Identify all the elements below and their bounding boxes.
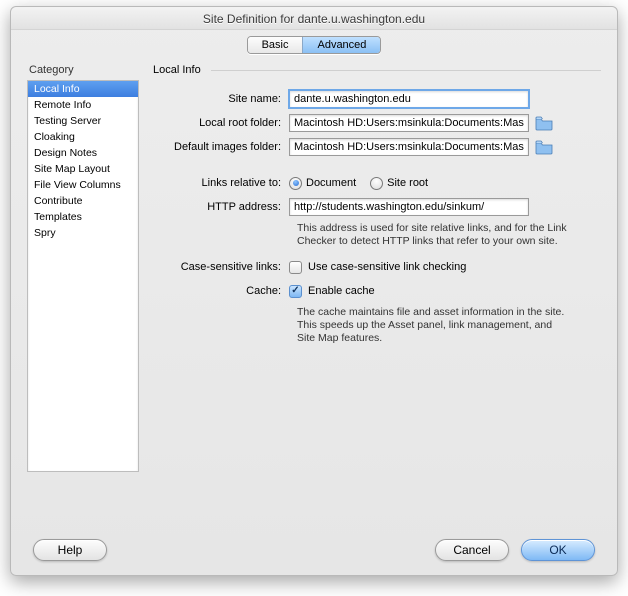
dialog-footer: Help Cancel OK bbox=[11, 539, 617, 561]
category-item-contribute[interactable]: Contribute bbox=[28, 193, 138, 209]
local-root-input[interactable] bbox=[289, 114, 529, 132]
radio-document[interactable]: Document bbox=[289, 177, 356, 190]
label-default-images: Default images folder: bbox=[153, 138, 289, 156]
tab-bar: Basic Advanced bbox=[11, 30, 617, 64]
category-item-testing-server[interactable]: Testing Server bbox=[28, 113, 138, 129]
tab-advanced[interactable]: Advanced bbox=[302, 37, 380, 53]
http-help-text: This address is used for site relative l… bbox=[153, 222, 601, 248]
label-links-relative: Links relative to: bbox=[153, 174, 289, 192]
help-button[interactable]: Help bbox=[33, 539, 107, 561]
category-item-file-view-columns[interactable]: File View Columns bbox=[28, 177, 138, 193]
checkbox-off-icon bbox=[289, 261, 302, 274]
label-cache: Cache: bbox=[153, 282, 289, 300]
enable-cache-checkbox[interactable]: Enable cache bbox=[289, 285, 375, 298]
tab-segmented-control: Basic Advanced bbox=[247, 36, 382, 54]
enable-cache-label: Enable cache bbox=[308, 285, 375, 297]
radio-on-icon bbox=[289, 177, 302, 190]
divider bbox=[211, 70, 601, 71]
radio-document-label: Document bbox=[306, 177, 356, 189]
cancel-button[interactable]: Cancel bbox=[435, 539, 509, 561]
category-item-local-info[interactable]: Local Info bbox=[28, 81, 138, 97]
label-local-root: Local root folder: bbox=[153, 114, 289, 132]
category-item-spry[interactable]: Spry bbox=[28, 225, 138, 241]
dialog-title: Site Definition for dante.u.washington.e… bbox=[11, 7, 617, 30]
panel-heading: Local Info bbox=[153, 64, 201, 76]
category-item-site-map-layout[interactable]: Site Map Layout bbox=[28, 161, 138, 177]
label-http-address: HTTP address: bbox=[153, 198, 289, 216]
folder-icon[interactable] bbox=[535, 139, 553, 155]
category-list[interactable]: Local Info Remote Info Testing Server Cl… bbox=[27, 80, 139, 472]
folder-icon[interactable] bbox=[535, 115, 553, 131]
default-images-input[interactable] bbox=[289, 138, 529, 156]
site-name-input[interactable] bbox=[289, 90, 529, 108]
category-item-templates[interactable]: Templates bbox=[28, 209, 138, 225]
ok-button[interactable]: OK bbox=[521, 539, 595, 561]
category-heading: Category bbox=[29, 64, 139, 76]
radio-site-root[interactable]: Site root bbox=[370, 177, 428, 190]
tab-basic[interactable]: Basic bbox=[248, 37, 303, 53]
label-case-sensitive: Case-sensitive links: bbox=[153, 258, 289, 276]
cache-help-text: The cache maintains file and asset infor… bbox=[153, 306, 601, 345]
category-item-design-notes[interactable]: Design Notes bbox=[28, 145, 138, 161]
checkbox-on-icon bbox=[289, 285, 302, 298]
radio-off-icon bbox=[370, 177, 383, 190]
case-sensitive-label: Use case-sensitive link checking bbox=[308, 261, 466, 273]
dialog-window: Site Definition for dante.u.washington.e… bbox=[10, 6, 618, 576]
case-sensitive-checkbox[interactable]: Use case-sensitive link checking bbox=[289, 261, 466, 274]
category-item-cloaking[interactable]: Cloaking bbox=[28, 129, 138, 145]
http-address-input[interactable] bbox=[289, 198, 529, 216]
radio-site-root-label: Site root bbox=[387, 177, 428, 189]
category-item-remote-info[interactable]: Remote Info bbox=[28, 97, 138, 113]
label-site-name: Site name: bbox=[153, 90, 289, 108]
